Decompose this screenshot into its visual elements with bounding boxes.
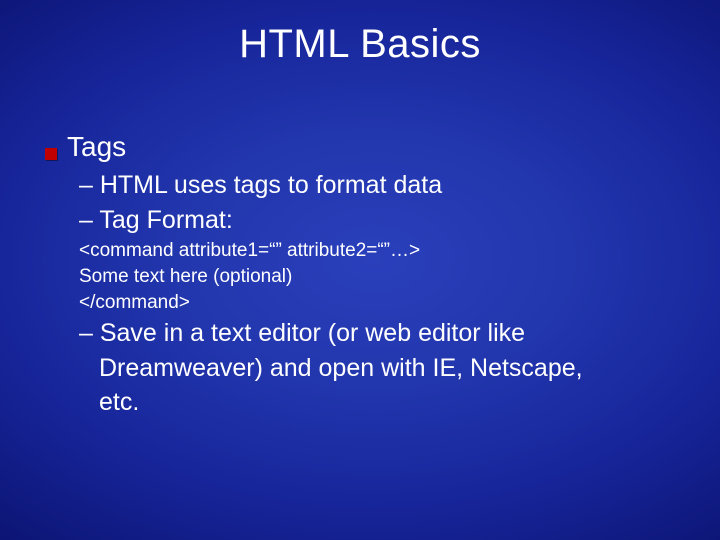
sub-bullet: – Tag Format:: [79, 204, 680, 237]
slide-title: HTML Basics: [0, 22, 720, 67]
sub-bullet-cont: Dreamweaver) and open with IE, Netscape,: [99, 352, 680, 385]
bullet-level1: Tags: [45, 130, 680, 163]
code-line: Some text here (optional): [79, 264, 680, 289]
code-line: </command>: [79, 290, 680, 315]
slide: HTML Basics Tags – HTML uses tags to for…: [0, 0, 720, 540]
sub-bullet: – HTML uses tags to format data: [79, 169, 680, 202]
bullet-text: Tags: [67, 130, 126, 163]
sub-bullet-cont: etc.: [99, 386, 680, 419]
sub-bullet: – Save in a text editor (or web editor l…: [79, 317, 680, 350]
square-bullet-icon: [45, 148, 57, 160]
code-line: <command attribute1=“” attribute2=“”…>: [79, 238, 680, 263]
slide-body: Tags – HTML uses tags to format data – T…: [45, 130, 680, 421]
